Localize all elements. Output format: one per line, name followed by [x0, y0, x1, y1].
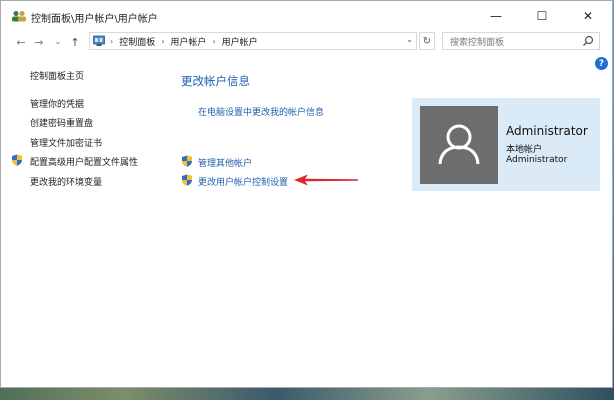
breadcrumb-control-panel[interactable]: 控制面板 [119, 35, 155, 48]
up-button[interactable]: ↑ [67, 34, 83, 50]
sidebar-item-manage-credentials[interactable]: 管理你的凭据 [30, 97, 84, 110]
breadcrumb-separator[interactable]: › [212, 37, 215, 46]
sidebar-item-control-panel-home[interactable]: 控制面板主页 [30, 69, 84, 82]
sidebar-item-password-reset-disk[interactable]: 创建密码重置盘 [30, 116, 93, 129]
breadcrumb-separator: › [110, 37, 114, 46]
recent-locations-button[interactable]: ⌄ [50, 34, 66, 50]
change-account-in-pc-settings-link[interactable]: 在电脑设置中更改我的帐户信息 [198, 105, 324, 118]
user-icon [438, 124, 480, 165]
maximize-button[interactable]: ☐ [520, 1, 564, 31]
address-dropdown-button[interactable]: ⌄ [406, 35, 413, 44]
desktop-background [0, 388, 614, 400]
breadcrumb-user-accounts-current[interactable]: 用户帐户 [222, 35, 258, 48]
refresh-button[interactable]: ↻ [419, 32, 435, 50]
window-title: 控制面板\用户帐户\用户帐户 [31, 14, 158, 25]
sidebar-item-advanced-profile-properties[interactable]: 配置高级用户配置文件属性 [30, 155, 138, 168]
account-group: Administrator [506, 155, 568, 165]
account-name: Administrator [506, 124, 588, 138]
control-panel-window: 控制面板\用户帐户\用户帐户 — ☐ ✕ ← → ⌄ ↑ › 控制面板 › 用户… [0, 0, 613, 388]
back-button[interactable]: ← [13, 34, 29, 50]
sidebar-item-file-encryption-certificates[interactable]: 管理文件加密证书 [30, 136, 102, 149]
forward-button[interactable]: → [31, 34, 47, 50]
page-title: 更改帐户信息 [181, 74, 250, 88]
change-uac-settings-link[interactable]: 更改用户帐户控制设置 [198, 175, 288, 188]
breadcrumb: › 控制面板 › 用户帐户 › 用户帐户 [110, 35, 258, 48]
search-input[interactable]: 搜索控制面板 [442, 32, 600, 50]
account-card: Administrator 本地帐户 Administrator [412, 98, 600, 191]
navigation-bar: ← → ⌄ ↑ › 控制面板 › 用户帐户 › 用户帐户 ⌄ ↻ 搜索控制面板 [1, 31, 612, 53]
manage-other-accounts-link[interactable]: 管理其他帐户 [198, 156, 252, 169]
breadcrumb-user-accounts[interactable]: 用户帐户 [170, 35, 206, 48]
address-bar[interactable]: › 控制面板 › 用户帐户 › 用户帐户 ⌄ [89, 32, 417, 50]
title-bar: 控制面板\用户帐户\用户帐户 — ☐ ✕ [1, 1, 612, 31]
uac-shield-icon [182, 174, 192, 186]
sidebar-item-environment-variables[interactable]: 更改我的环境变量 [30, 175, 102, 188]
search-icon [583, 35, 594, 46]
avatar [420, 106, 498, 184]
breadcrumb-separator[interactable]: › [161, 37, 164, 46]
uac-shield-icon [12, 154, 22, 166]
uac-shield-icon [182, 155, 192, 167]
red-arrow-annotation [294, 174, 358, 186]
account-type: 本地帐户 [506, 145, 543, 155]
search-placeholder: 搜索控制面板 [450, 38, 505, 48]
minimize-button[interactable]: — [474, 1, 518, 31]
help-button[interactable]: ? [595, 57, 608, 70]
users-icon [12, 11, 26, 22]
control-panel-icon [93, 35, 105, 46]
close-button[interactable]: ✕ [566, 1, 610, 31]
